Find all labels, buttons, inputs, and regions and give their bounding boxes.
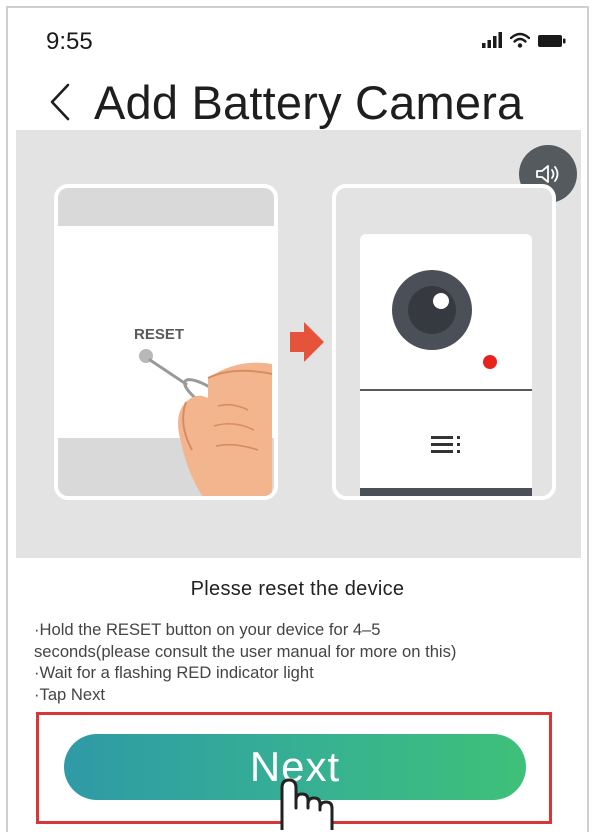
instructions-text: ·Hold the RESET button on your device fo… (34, 619, 579, 705)
signal-icon (482, 32, 502, 48)
camera-step-panel (332, 184, 556, 500)
camera-icon (360, 270, 532, 496)
speaker-icon (536, 165, 559, 183)
wifi-icon (510, 32, 530, 48)
status-time: 9:55 (46, 28, 93, 55)
reset-illustration: RESET (16, 130, 581, 558)
chevron-left-icon (50, 83, 70, 121)
instruction-line: ·Wait for a flashing RED indicator light (34, 663, 314, 682)
instruction-line: ·Tap Next (34, 684, 106, 704)
camera-device (360, 234, 532, 496)
hand-pressing-reset-icon (139, 349, 273, 496)
instructions-title: Plesse reset the device (190, 578, 405, 600)
header: Add Battery Camera (40, 72, 523, 132)
status-icons (482, 32, 566, 48)
page-title: Add Battery Camera (94, 75, 524, 129)
battery-icon (538, 35, 566, 47)
back-button[interactable] (40, 74, 80, 130)
reset-step-panel: RESET (54, 184, 278, 500)
instruction-line: seconds(please consult the user manual f… (34, 641, 457, 661)
hand-pointer-icon (280, 778, 334, 830)
status-bar: 9:55 (46, 28, 566, 58)
arrow-right-icon (290, 322, 324, 362)
instruction-line: ·Hold the RESET button on your device fo… (34, 620, 381, 639)
